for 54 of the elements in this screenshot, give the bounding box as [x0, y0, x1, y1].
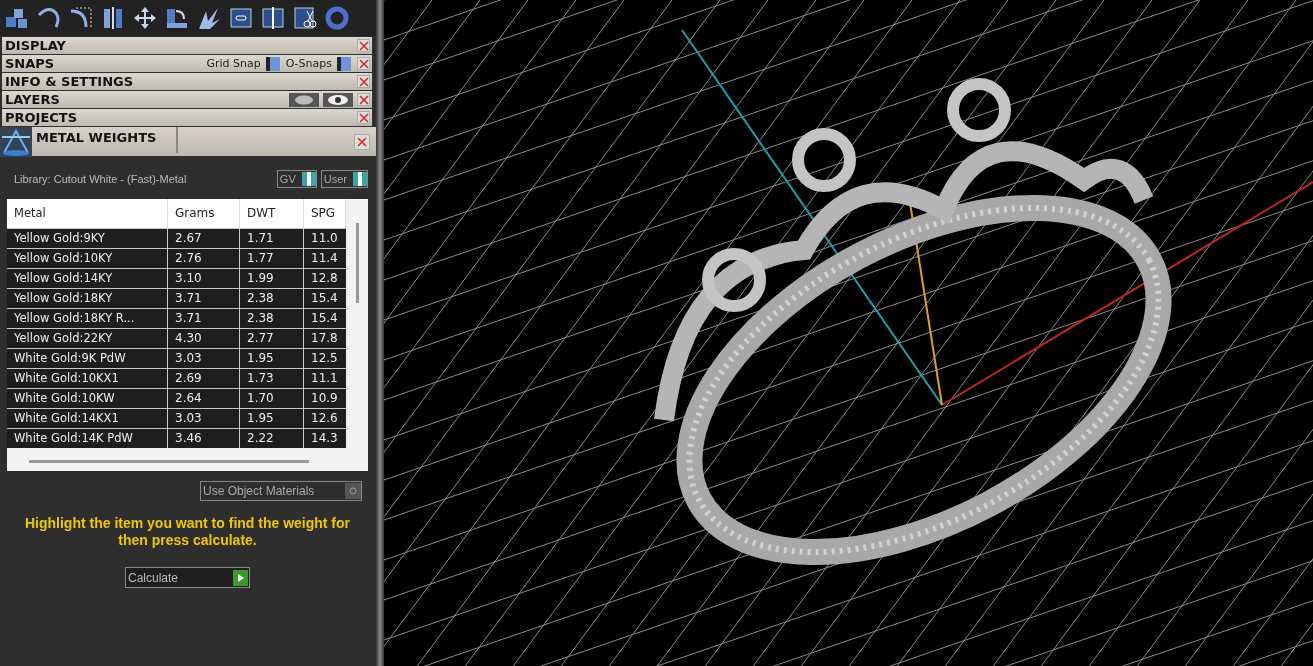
snap-toggle[interactable]: [337, 56, 351, 71]
section-title: DISPLAY: [5, 38, 68, 53]
table-cell-text: 15.4: [310, 310, 339, 327]
close-icon[interactable]: [357, 39, 370, 52]
close-icon[interactable]: [357, 57, 370, 70]
close-icon[interactable]: [357, 93, 370, 106]
calculate-button[interactable]: Calculate: [125, 567, 250, 588]
section-title: PROJECTS: [5, 110, 79, 125]
table-cell-text: 11.0: [310, 230, 339, 247]
table-cell-text: 14.3: [310, 430, 339, 447]
close-icon[interactable]: [357, 111, 370, 124]
circle-icon: [349, 487, 357, 495]
layer-display-button[interactable]: [289, 92, 319, 107]
table-cell: 2.22: [240, 429, 304, 448]
torus-icon[interactable]: [324, 5, 350, 31]
table-cell-text: 12.8: [310, 270, 339, 287]
snap-toggle[interactable]: [265, 56, 280, 71]
toggle-switch[interactable]: GV: [276, 170, 317, 188]
snap-label: Grid Snap: [206, 57, 261, 70]
table-cell: White Gold:14K PdW: [7, 429, 168, 448]
move-icon[interactable]: [132, 5, 158, 31]
table-cell-text: 10.9: [310, 390, 339, 407]
scrollbar-thumb[interactable]: [29, 459, 309, 463]
close-icon[interactable]: [354, 133, 370, 150]
scissors-icon[interactable]: [292, 5, 318, 31]
eye-icon[interactable]: [323, 92, 353, 107]
play-icon: [233, 569, 248, 586]
split-icon[interactable]: [260, 5, 286, 31]
section-header[interactable]: LAYERS: [2, 91, 372, 108]
section-header[interactable]: SNAPS Grid Snap O-Snaps: [2, 55, 372, 72]
panel-splitter[interactable]: [376, 0, 384, 666]
section-title: SNAPS: [5, 56, 56, 71]
scale-icon: [0, 126, 32, 157]
table-cell-text: 12.6: [310, 410, 339, 427]
table-cell: 3.46: [168, 429, 240, 448]
section-header[interactable]: DISPLAY: [2, 37, 372, 54]
section-title: INFO & SETTINGS: [5, 74, 135, 89]
table-cell-text: 11.4: [310, 250, 339, 267]
close-icon[interactable]: [357, 75, 370, 88]
table-cell-text: 11.1: [310, 370, 339, 387]
library-label: Library: Cutout White - (Fast)-Metal: [13, 173, 188, 185]
section-header[interactable]: PROJECTS: [2, 109, 372, 126]
section-title: LAYERS: [5, 92, 61, 107]
section-title: METAL WEIGHTS: [32, 127, 178, 153]
section-header[interactable]: INFO & SETTINGS: [2, 73, 372, 90]
table-cell-text: 12.5: [310, 350, 339, 367]
snap-label: O-Snaps: [285, 57, 332, 70]
scrollbar-thumb[interactable]: [355, 223, 359, 303]
table-cell-text: 17.8: [310, 330, 339, 347]
use-object-materials-toggle[interactable]: Use Object Materials: [200, 481, 362, 501]
link-icon[interactable]: [228, 5, 254, 31]
table-cell-text: 15.4: [310, 290, 339, 307]
instruction-text: Highlight the item you want to find the weight for then press calculate.: [23, 515, 352, 549]
toggle-switch[interactable]: User: [320, 170, 368, 188]
